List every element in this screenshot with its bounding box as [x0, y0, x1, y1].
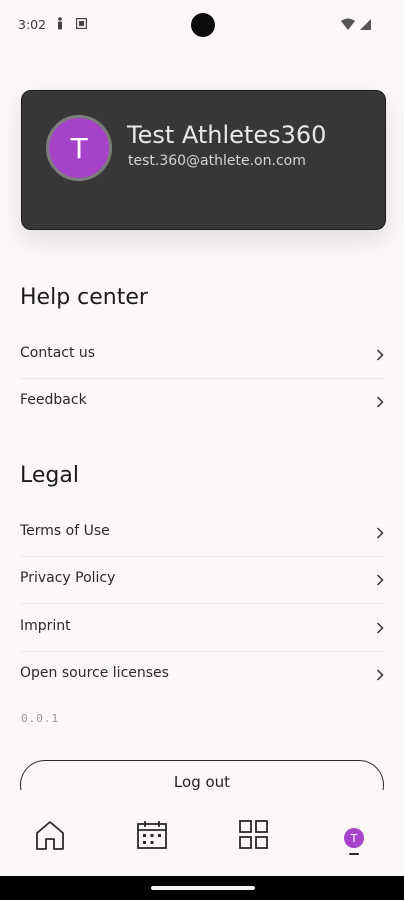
bottom-nav: T — [0, 790, 404, 876]
menu-item-label: Open source licenses — [20, 665, 169, 681]
menu-item-open-source-licenses[interactable]: Open source licenses — [20, 652, 384, 699]
chevron-right-icon — [376, 574, 384, 586]
chevron-right-icon — [376, 527, 384, 539]
gesture-handle[interactable] — [151, 886, 255, 890]
menu-item-label: Imprint — [20, 618, 71, 634]
app-version: 0.0.1 — [21, 712, 60, 725]
nav-profile-tab[interactable]: T — [336, 828, 370, 862]
menu-item-contact-us[interactable]: Contact us — [20, 332, 384, 379]
status-bar: 3:02 — [0, 0, 404, 52]
nav-profile-avatar: T — [344, 828, 364, 848]
menu-item-label: Privacy Policy — [20, 570, 116, 586]
camera-cutout — [191, 13, 215, 37]
help-center-heading: Help center — [20, 285, 148, 310]
chevron-right-icon — [376, 396, 384, 408]
menu-item-terms-of-use[interactable]: Terms of Use — [20, 510, 384, 557]
menu-item-label: Feedback — [20, 392, 87, 408]
active-tab-indicator — [349, 853, 359, 855]
menu-item-privacy-policy[interactable]: Privacy Policy — [20, 557, 384, 604]
calendar-icon[interactable] — [135, 818, 169, 852]
menu-item-label: Terms of Use — [20, 523, 110, 539]
notification-icon — [76, 18, 87, 29]
profile-email: test.360@athlete.on.com — [128, 153, 306, 169]
profile-name: Test Athletes360 — [127, 121, 327, 149]
profile-card[interactable]: T Test Athletes360 test.360@athlete.on.c… — [21, 90, 386, 230]
profile-avatar: T — [46, 115, 112, 181]
accessibility-icon — [58, 17, 62, 30]
wifi-signal-icon — [341, 18, 371, 30]
menu-item-label: Contact us — [20, 345, 96, 361]
chevron-right-icon — [376, 349, 384, 361]
chevron-right-icon — [376, 622, 384, 634]
home-icon[interactable] — [33, 818, 67, 852]
menu-item-imprint[interactable]: Imprint — [20, 605, 384, 652]
chevron-right-icon — [376, 669, 384, 681]
menu-item-feedback[interactable]: Feedback — [20, 379, 384, 426]
system-gesture-bar — [0, 876, 404, 900]
grid-icon[interactable] — [237, 818, 271, 852]
legal-heading: Legal — [20, 463, 79, 488]
status-time: 3:02 — [18, 17, 47, 32]
